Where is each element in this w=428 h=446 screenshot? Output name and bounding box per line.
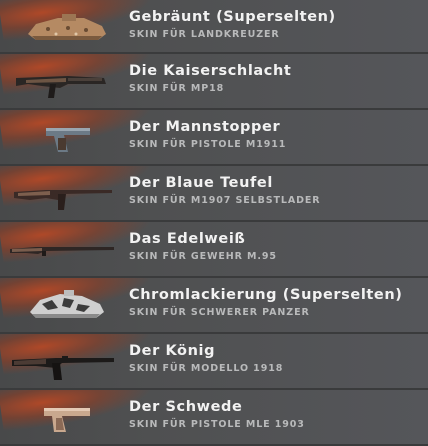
- skin-title: Der Blaue Teufel: [129, 175, 273, 191]
- skin-title: Gebräunt (Superselten): [129, 9, 336, 25]
- tank-icon: [6, 4, 118, 50]
- skin-row-landkreuzer[interactable]: Gebräunt (Superselten) SKIN FÜR LANDKREU…: [0, 0, 428, 52]
- skin-row-m1911[interactable]: Der Mannstopper SKIN FÜR PISTOLE M1911: [0, 110, 428, 164]
- rifle-icon: [6, 226, 118, 272]
- skin-subtitle: SKIN FÜR GEWEHR M.95: [129, 251, 277, 262]
- skin-subtitle: SKIN FÜR PISTOLE MLE 1903: [129, 419, 305, 430]
- skin-row-schwerer-panzer[interactable]: Chromlackierung (Superselten) SKIN FÜR S…: [0, 278, 428, 332]
- skin-row-mle-1903[interactable]: Der Schwede SKIN FÜR PISTOLE MLE 1903: [0, 390, 428, 444]
- skin-subtitle: SKIN FÜR LANDKREUZER: [129, 29, 280, 40]
- skin-list: Gebräunt (Superselten) SKIN FÜR LANDKREU…: [0, 0, 428, 446]
- rifle-icon: [6, 170, 118, 216]
- skin-title: Der König: [129, 343, 216, 359]
- pistol-icon: [6, 394, 118, 440]
- smg-icon: [6, 338, 118, 384]
- pistol-icon: [6, 114, 118, 160]
- skin-title: Das Edelweiß: [129, 231, 246, 247]
- skin-title: Die Kaiserschlacht: [129, 63, 292, 79]
- skin-row-mp18[interactable]: Die Kaiserschlacht SKIN FÜR MP18: [0, 54, 428, 108]
- skin-subtitle: SKIN FÜR SCHWERER PANZER: [129, 307, 310, 318]
- skin-subtitle: SKIN FÜR M1907 SELBSTLADER: [129, 195, 321, 206]
- skin-row-m95[interactable]: Das Edelweiß SKIN FÜR GEWEHR M.95: [0, 222, 428, 276]
- skin-subtitle: SKIN FÜR MP18: [129, 83, 225, 94]
- skin-title: Der Schwede: [129, 399, 243, 415]
- skin-subtitle: SKIN FÜR MODELLO 1918: [129, 363, 284, 374]
- skin-title: Der Mannstopper: [129, 119, 281, 135]
- skin-subtitle: SKIN FÜR PISTOLE M1911: [129, 139, 287, 150]
- tank-icon: [6, 282, 118, 328]
- smg-icon: [6, 58, 118, 104]
- skin-row-modello-1918[interactable]: Der König SKIN FÜR MODELLO 1918: [0, 334, 428, 388]
- skin-row-m1907[interactable]: Der Blaue Teufel SKIN FÜR M1907 SELBSTLA…: [0, 166, 428, 220]
- skin-title: Chromlackierung (Superselten): [129, 287, 403, 303]
